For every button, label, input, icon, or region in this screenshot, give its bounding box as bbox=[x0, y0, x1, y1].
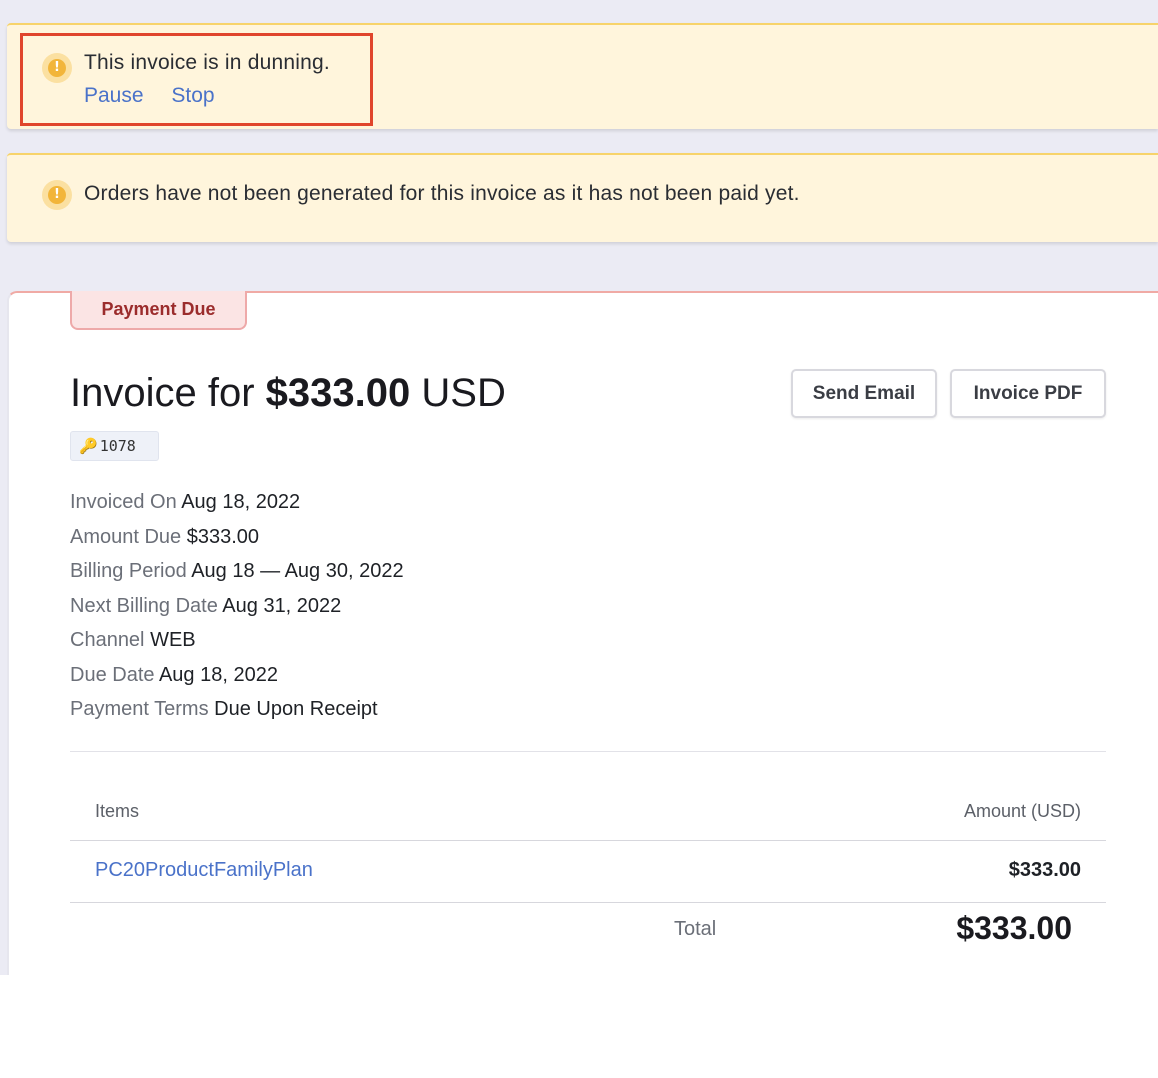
table-row-divider bbox=[70, 902, 1106, 903]
detail-payment-terms: Payment Terms Due Upon Receipt bbox=[70, 698, 378, 720]
table-header-divider bbox=[70, 840, 1106, 841]
page-title: Invoice for $333.00 USD bbox=[70, 371, 506, 416]
orders-banner: ! Orders have not been generated for thi… bbox=[7, 153, 1158, 242]
title-prefix: Invoice for bbox=[70, 371, 255, 415]
invoice-amount: $333.00 bbox=[265, 371, 411, 415]
stop-dunning-link[interactable]: Stop bbox=[171, 84, 214, 107]
invoice-details: Invoiced On Aug 18, 2022 Amount Due $333… bbox=[70, 489, 404, 731]
warning-icon: ! bbox=[42, 180, 72, 210]
status-badge: Payment Due bbox=[70, 291, 247, 330]
dunning-message: This invoice is in dunning. bbox=[84, 51, 330, 74]
amount-column-header: Amount (USD) bbox=[963, 801, 1081, 821]
warning-icon: ! bbox=[42, 53, 72, 83]
dunning-banner: ! This invoice is in dunning. Pause Stop bbox=[7, 23, 1158, 129]
detail-next-billing-date: Next Billing Date Aug 31, 2022 bbox=[70, 594, 342, 617]
total-label: Total bbox=[674, 918, 717, 940]
invoice-card: Payment Due Invoice for $333.00 USD 🔑 10… bbox=[7, 291, 1158, 975]
key-icon: 🔑 bbox=[79, 437, 98, 455]
section-divider bbox=[70, 751, 1106, 752]
item-link[interactable]: PC20ProductFamilyPlan bbox=[95, 859, 313, 882]
total-value: $333.00 bbox=[956, 910, 1072, 946]
send-email-button[interactable]: Send Email bbox=[791, 369, 937, 418]
pause-dunning-link[interactable]: Pause bbox=[84, 84, 144, 107]
items-column-header: Items bbox=[95, 801, 140, 821]
detail-channel: Channel WEB bbox=[70, 629, 196, 651]
detail-billing-period: Billing Period Aug 18 — Aug 30, 2022 bbox=[70, 560, 404, 582]
invoice-id: 1078 bbox=[99, 437, 136, 455]
detail-due-date: Due Date Aug 18, 2022 bbox=[70, 663, 278, 686]
invoice-id-badge[interactable]: 🔑 1078 bbox=[70, 431, 159, 461]
invoice-pdf-button[interactable]: Invoice PDF bbox=[950, 369, 1106, 418]
detail-amount-due: Amount Due $333.00 bbox=[70, 525, 260, 548]
invoice-currency: USD bbox=[421, 371, 506, 415]
detail-invoiced-on: Invoiced On Aug 18, 2022 bbox=[70, 491, 301, 513]
dunning-actions: Pause Stop bbox=[84, 84, 237, 108]
item-amount: $333.00 bbox=[1008, 859, 1081, 881]
orders-message: Orders have not been generated for this … bbox=[84, 182, 800, 205]
